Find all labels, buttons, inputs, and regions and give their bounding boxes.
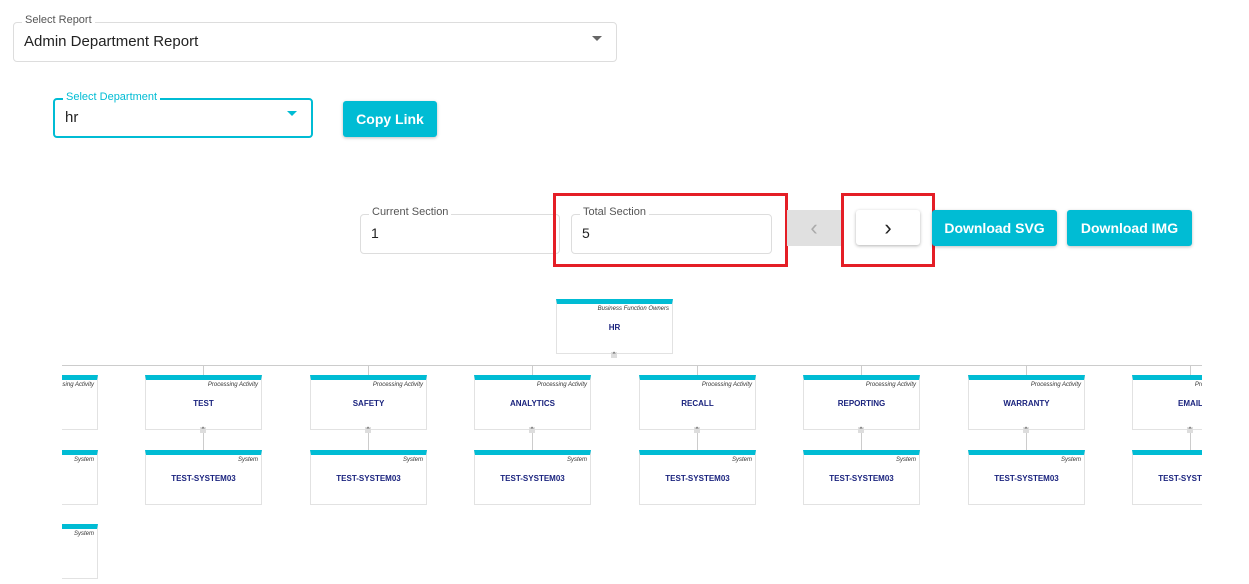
connector-line xyxy=(1190,365,1191,375)
collapse-toggle-icon[interactable]: ^ xyxy=(529,427,535,433)
select-department-value: hr xyxy=(65,109,79,126)
system-node[interactable]: System ER xyxy=(62,450,98,505)
copy-link-button[interactable]: Copy Link xyxy=(343,101,437,137)
system-node[interactable]: System TEST-SYSTEM03 xyxy=(310,450,427,505)
collapse-toggle-icon[interactable]: ^ xyxy=(694,427,700,433)
activity-node[interactable]: Processing Activity RECALL xyxy=(639,375,756,430)
activity-node[interactable]: Processing Activity ANALYTICS xyxy=(474,375,591,430)
node-type: Processing Activity xyxy=(1030,382,1081,388)
node-type: System xyxy=(731,457,752,463)
node-type: System xyxy=(895,457,916,463)
node-name: RECALL xyxy=(681,399,714,408)
node-type: System xyxy=(73,531,94,537)
system-node[interactable]: System TEST-SYSTEM03 xyxy=(145,450,262,505)
download-img-button[interactable]: Download IMG xyxy=(1067,210,1192,246)
node-type: Processing Activity xyxy=(207,382,258,388)
node-type: System xyxy=(566,457,587,463)
system-node[interactable]: System TEST-SYSTEM03 xyxy=(474,450,591,505)
node-name: ANALYTICS xyxy=(509,399,556,408)
node-name: TEST-SYSTEM03 xyxy=(829,474,894,483)
node-name: TEST-SYSTEM03 xyxy=(336,474,401,483)
activity-node[interactable]: Processing Activity EMAIL xyxy=(1132,375,1202,430)
select-report-label: Select Report xyxy=(22,14,95,26)
connector-line xyxy=(62,365,1202,366)
collapse-toggle-icon[interactable]: ^ xyxy=(1023,427,1029,433)
select-report-value: Admin Department Report xyxy=(24,33,199,50)
system-node[interactable]: System TEST-SYSTEM03 xyxy=(639,450,756,505)
node-type: Processing Activity xyxy=(372,382,423,388)
connector-line xyxy=(203,365,204,375)
highlight-total-section xyxy=(553,193,788,267)
current-section-value: 1 xyxy=(371,225,379,241)
node-type: System xyxy=(73,457,94,463)
activity-node[interactable]: Processing Activity SAFETY xyxy=(310,375,427,430)
connector-line xyxy=(1026,430,1027,450)
node-name: TEST-SYSTEM03 xyxy=(994,474,1059,483)
collapse-toggle-icon[interactable]: ^ xyxy=(1187,427,1193,433)
collapse-toggle-icon[interactable]: ^ xyxy=(200,427,206,433)
connector-line xyxy=(697,430,698,450)
node-type: Processing Activity xyxy=(865,382,916,388)
connector-line xyxy=(1190,430,1191,450)
node-name: TEST xyxy=(193,399,214,408)
node-name: TEST-SYSTEM03 xyxy=(665,474,730,483)
connector-line xyxy=(1026,365,1027,375)
system-node[interactable]: System xyxy=(62,524,98,579)
system-node[interactable]: System TEST-SYSTEM03 xyxy=(968,450,1085,505)
connector-line xyxy=(368,430,369,450)
connector-line xyxy=(203,430,204,450)
node-name: HR xyxy=(608,323,621,332)
prev-section-button[interactable]: ‹ xyxy=(787,210,841,246)
current-section-field[interactable]: Current Section 1 xyxy=(360,206,560,254)
node-type: Processing Activity xyxy=(62,382,94,388)
system-node[interactable]: System TEST-SYSTEM03 xyxy=(803,450,920,505)
node-type: System xyxy=(237,457,258,463)
collapse-toggle-icon[interactable]: ^ xyxy=(611,352,617,358)
node-type: Processing Activity xyxy=(701,382,752,388)
connector-line xyxy=(532,430,533,450)
select-report[interactable]: Select Report Admin Department Report xyxy=(13,14,617,62)
node-name: WARRANTY xyxy=(1003,399,1050,408)
node-name: TEST-SYSTEM03 xyxy=(171,474,236,483)
connector-line xyxy=(697,365,698,375)
chevron-down-icon xyxy=(287,111,297,116)
collapse-toggle-icon[interactable]: ^ xyxy=(858,427,864,433)
connector-line xyxy=(368,365,369,375)
chevron-down-icon xyxy=(592,36,602,41)
connector-line xyxy=(861,430,862,450)
activity-node[interactable]: Processing Activity WARRANTY xyxy=(968,375,1085,430)
system-node[interactable]: SystemTEST-SYSTEM03 xyxy=(1132,450,1202,505)
node-type: System xyxy=(402,457,423,463)
collapse-toggle-icon[interactable]: ^ xyxy=(365,427,371,433)
node-type: System xyxy=(1060,457,1081,463)
node-name: SAFETY xyxy=(352,399,385,408)
node-type: Processing Activity xyxy=(536,382,587,388)
node-type: Business Function Owners xyxy=(597,306,669,312)
root-node[interactable]: Business Function Owners HR xyxy=(556,299,673,354)
download-svg-button[interactable]: Download SVG xyxy=(932,210,1057,246)
node-name: EMAIL xyxy=(1178,399,1202,408)
activity-node[interactable]: Processing Activity TEST xyxy=(145,375,262,430)
select-department-label: Select Department xyxy=(63,91,161,103)
connector-line xyxy=(861,365,862,375)
node-name: ER xyxy=(62,474,97,483)
activity-node[interactable]: Processing Activity REPORTING xyxy=(803,375,920,430)
highlight-next-button xyxy=(841,193,935,267)
current-section-label: Current Section xyxy=(369,206,452,218)
select-department[interactable]: Select Department hr xyxy=(53,91,313,138)
node-name: TEST-SYSTEM03 xyxy=(500,474,565,483)
node-name: REPORTING xyxy=(837,399,886,408)
node-name: TEST-SYSTEM03 xyxy=(1158,474,1202,483)
org-chart[interactable]: Business Function Owners HR ^ Processing… xyxy=(62,290,1202,584)
node-type: Processing Activity xyxy=(1194,382,1202,388)
connector-line xyxy=(532,365,533,375)
activity-node[interactable]: Processing Activity xyxy=(62,375,98,430)
